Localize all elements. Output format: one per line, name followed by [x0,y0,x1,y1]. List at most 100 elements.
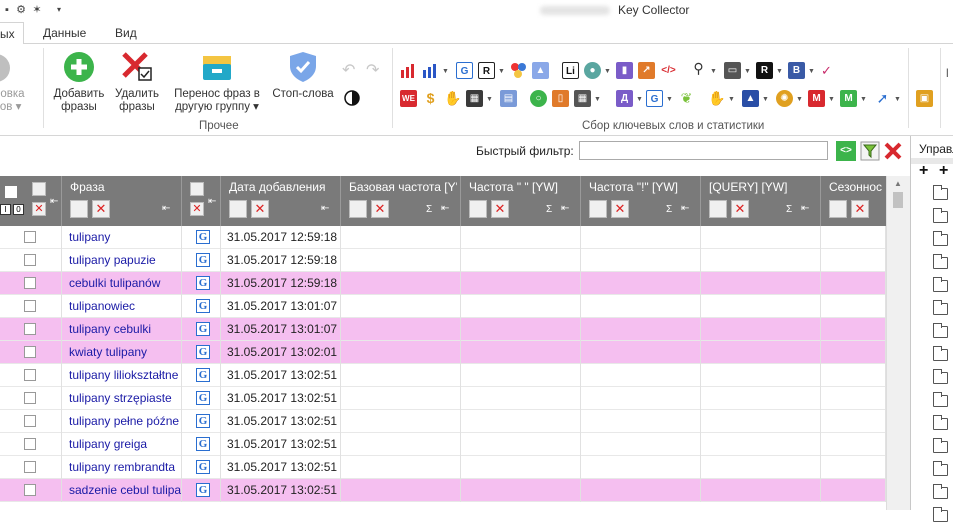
column-filter-icon[interactable] [229,200,247,218]
column-filter-icon[interactable] [70,200,88,218]
table-row[interactable]: tulipany papuzie G 31.05.2017 12:59:18 [0,249,886,272]
phrase-cell[interactable]: tulipany greiga [62,433,182,456]
calc-icon[interactable]: ▤ [500,90,517,107]
phrase-cell[interactable]: tulipany liliokształtne [62,364,182,387]
folder-icon[interactable] [933,231,948,246]
folder-icon[interactable] [933,507,948,522]
code-icon[interactable]: </> [660,62,677,79]
row-checkbox[interactable] [24,392,36,404]
header-seasonality[interactable]: Сезоннос ✕ [821,176,886,226]
select-all-checkbox[interactable] [5,186,17,198]
dropdown-arrow-icon[interactable]: ▼ [710,68,717,75]
box-icon[interactable]: ▣ [916,90,933,107]
dropdown-arrow-icon[interactable]: ▼ [860,96,867,103]
picture-icon[interactable]: ▲ [532,62,549,79]
bar-chart-blue-icon[interactable] [422,64,439,78]
clear-filter-icon[interactable] [883,141,903,161]
column-filter-icon[interactable] [589,200,607,218]
phrase-cell[interactable]: kwiaty tulipany [62,341,182,364]
row-checkbox[interactable] [24,369,36,381]
quick-filter-input[interactable] [579,141,828,160]
row-checkbox[interactable] [24,484,36,496]
column-filter-icon[interactable] [349,200,367,218]
target-icon[interactable]: ○ [530,90,547,107]
vertical-scrollbar[interactable]: ▲ [886,176,910,510]
d-icon[interactable]: Д [616,90,633,107]
header-frequency-quotes[interactable]: Частота " " [YW] ✕ Σ ⇤ [461,176,581,226]
column-clear-icon[interactable]: ✕ [611,200,629,218]
dropdown-arrow-icon[interactable]: ▼ [636,96,643,103]
leaf-icon[interactable]: ❦ [678,90,695,107]
dropdown-arrow-icon[interactable]: ▼ [666,96,673,103]
dropdown-arrow-icon[interactable]: ▼ [442,68,449,75]
stop-words-button[interactable]: Стоп-слова [270,50,336,101]
column-clear-icon[interactable]: ✕ [851,200,869,218]
sum-icon[interactable]: Σ [666,204,672,215]
dropdown-arrow-icon[interactable]: ▼ [498,68,505,75]
grid-icon[interactable]: ▦ [574,90,591,107]
phrase-cell[interactable]: tulipany strzępiaste [62,387,182,410]
table-row[interactable]: tulipany greiga G 31.05.2017 13:02:51 [0,433,886,456]
undo-icon[interactable]: ↶ [342,60,355,80]
folder-icon[interactable] [933,415,948,430]
phrase-cell[interactable]: tulipany cebulki [62,318,182,341]
move-phrases-button[interactable]: Перенос фраз в другую группу ▾ [170,50,264,114]
phrase-cell[interactable]: tulipany pełne późne [62,410,182,433]
clear-filter-icon[interactable]: ✕ [190,202,204,216]
sum-icon[interactable]: Σ [786,204,792,215]
dropdown-arrow-icon[interactable]: ▼ [594,96,601,103]
dropdown-arrow-icon[interactable]: ▼ [776,68,783,75]
folder-icon[interactable] [933,392,948,407]
scroll-up-icon[interactable]: ▲ [894,179,902,188]
phrase-cell[interactable]: tulipanowiec [62,295,182,318]
add-group-icon[interactable]: + [919,162,928,180]
hand-icon-2[interactable]: ✋ [708,90,725,107]
tab-view[interactable]: Вид [115,26,137,40]
table-row[interactable]: tulipany liliokształtne G 31.05.2017 13:02… [0,364,886,387]
arrow-up-right-icon[interactable]: ➚ [874,90,891,107]
dropdown-arrow-icon[interactable]: ▼ [894,96,901,103]
chart-purple-icon[interactable]: ▮ [616,62,633,79]
pin-icon[interactable]: ⇤ [162,203,170,214]
row-checkbox[interactable] [24,323,36,335]
r-icon[interactable]: R [478,62,495,79]
folder-icon[interactable] [933,185,948,200]
folder-icon[interactable] [933,323,948,338]
table-row[interactable]: tulipany pełne późne G 31.05.2017 13:02:51 [0,410,886,433]
pin-icon[interactable]: ⇤ [681,203,689,214]
m-green-icon[interactable]: M [840,90,857,107]
color-dots-icon[interactable] [510,62,527,79]
table-row[interactable]: cebulki tulipanów G 31.05.2017 12:59:18 [0,272,886,295]
header-frequency-exclamation[interactable]: Частота "!" [YW] ✕ Σ ⇤ [581,176,701,226]
dropdown-arrow-icon[interactable]: ▼ [486,96,493,103]
dropdown-arrow-icon[interactable]: ▼ [744,68,751,75]
dropdown-arrow-icon[interactable]: ▼ [728,96,735,103]
search-icon[interactable]: ⚲ [690,60,707,77]
row-checkbox[interactable] [24,277,36,289]
circle-teal-icon[interactable]: ● [584,62,601,79]
google-icon-2[interactable]: G [646,90,663,107]
column-clear-icon[interactable]: ✕ [491,200,509,218]
settings-icon[interactable]: ⚙ [14,3,28,17]
mi-icon[interactable]: M [808,90,825,107]
pin-icon[interactable]: ⇤ [801,203,809,214]
row-checkbox[interactable] [24,346,36,358]
truncated-button[interactable]: l [946,66,949,80]
header-date-added[interactable]: Дата добавления ✕ ⇤ [221,176,341,226]
phrase-cell[interactable]: tulipany papuzie [62,249,182,272]
header-phrase[interactable]: Фраза ✕ ⇤ [62,176,182,226]
row-checkbox[interactable] [24,231,36,243]
row-checkbox[interactable] [24,300,36,312]
table-row[interactable]: tulipany strzępiaste G 31.05.2017 13:02:51 [0,387,886,410]
column-filter-icon[interactable] [709,200,727,218]
code-filter-icon[interactable]: <> [836,141,856,161]
dropdown-arrow-icon[interactable]: ▼ [796,96,803,103]
pin-icon[interactable]: ⇤ [561,203,569,214]
sum-icon[interactable]: Σ [426,204,432,215]
phrase-cell[interactable]: cebulki tulipanów [62,272,182,295]
dollar-icon[interactable]: $ [422,90,439,107]
dropdown-arrow-icon[interactable]: ▼ [808,68,815,75]
folder-icon[interactable] [933,369,948,384]
settings-partial-button[interactable]: новка сов ▾ [0,50,36,114]
folder-icon[interactable] [933,208,948,223]
